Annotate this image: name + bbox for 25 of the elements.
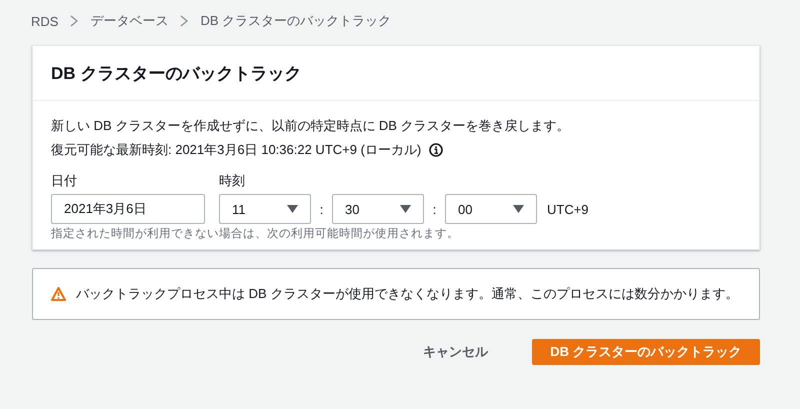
caret-icon (513, 205, 524, 213)
panel-title: DB クラスターのバックトラック (51, 63, 302, 85)
breadcrumb-item[interactable]: データベース (90, 12, 168, 30)
hour-select[interactable]: 11 (219, 194, 311, 224)
info-icon[interactable] (429, 143, 444, 157)
latest-restorable-time: 復元可能な最新時刻: 2021年3月6日 10:36:22 UTC+9 (ローカル) (51, 141, 422, 159)
time-separator: : (432, 202, 438, 216)
minute-select[interactable]: 30 (332, 194, 424, 224)
hint-text: 指定された時間が利用できない場合は、次の利用可能時間が使用されます。 (51, 227, 460, 241)
cancel-button[interactable]: キャンセル (403, 339, 508, 365)
second-select[interactable]: 00 (445, 194, 537, 224)
time-separator: : (318, 202, 324, 216)
description-text: 新しい DB クラスターを作成せずに、以前の特定時点に DB クラスターを巻き戻します。 (51, 117, 571, 135)
chevron-icon (70, 15, 78, 27)
caret-icon (400, 205, 411, 213)
breadcrumb-item[interactable]: RDS (31, 14, 58, 28)
timezone-text: UTC+9 (547, 202, 589, 216)
chevron-icon (180, 15, 188, 27)
caret-icon (287, 205, 298, 213)
warning-text: バックトラックプロセス中は DB クラスターが使用できなくなります。通常、このプロセスには数分かかります。 (76, 285, 738, 303)
date-label: 日付 (51, 173, 78, 189)
breadcrumb-item: DB クラスターのバックトラック (200, 12, 392, 30)
date-field[interactable]: 2021年3月6日 (51, 194, 205, 224)
time-label: 時刻 (219, 173, 246, 189)
warning-icon (51, 287, 66, 301)
